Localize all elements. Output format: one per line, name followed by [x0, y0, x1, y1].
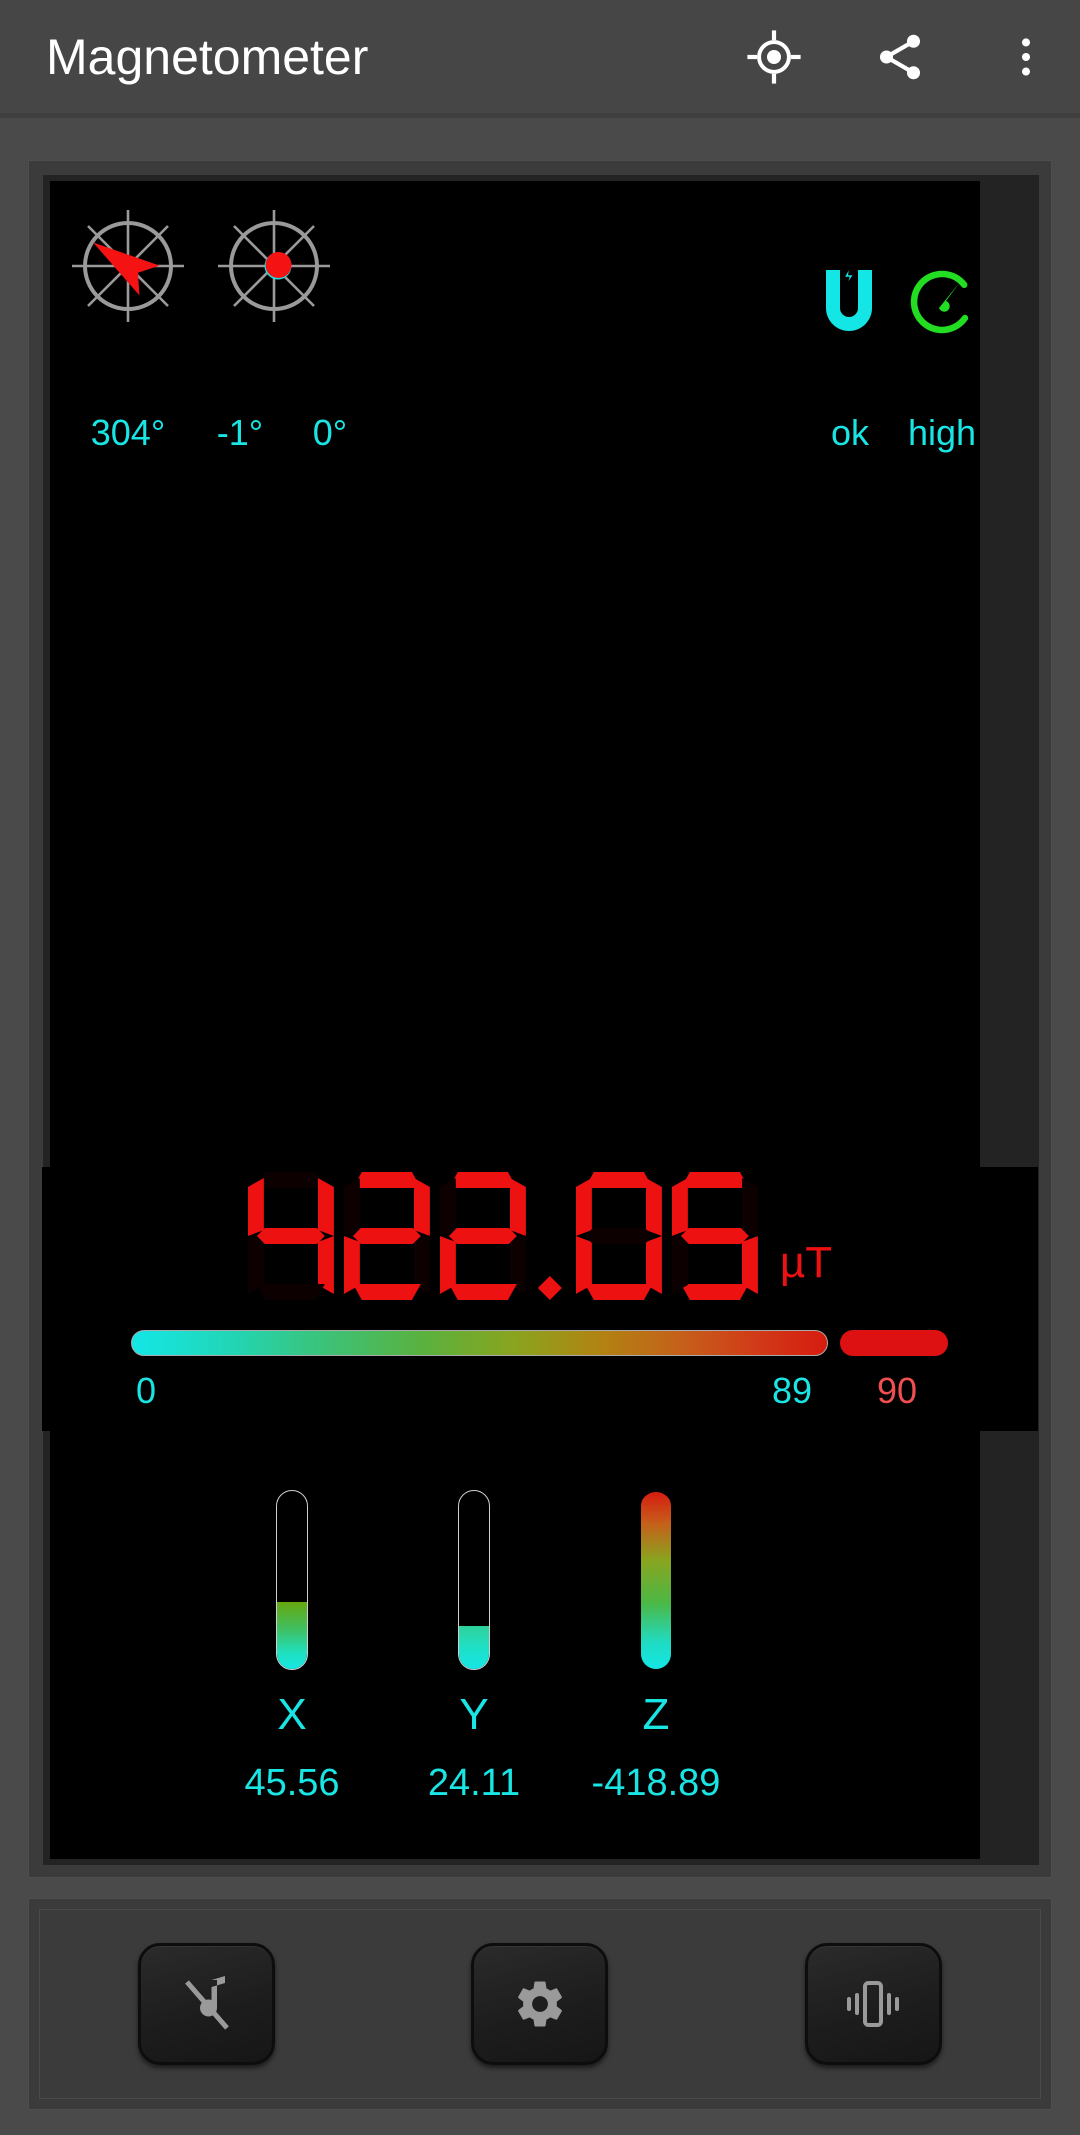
- axis-readouts: X 45.56 Y 24.11 Z -418.89: [0, 1490, 1080, 1860]
- axis-z-fill: [641, 1492, 671, 1669]
- sound-off-button[interactable]: [138, 1943, 276, 2065]
- app-bar: Magnetometer: [0, 0, 1080, 113]
- readout-digit: [576, 1172, 662, 1300]
- axis-y-fill: [459, 1625, 489, 1669]
- readout-digit: [344, 1172, 430, 1300]
- bottom-toolbar-inner: [39, 1909, 1041, 2099]
- calibrate-location-icon: [746, 29, 802, 85]
- share-button[interactable]: [846, 3, 954, 111]
- magnetic-field-readout: µT: [0, 1150, 1080, 1300]
- scale-bar-over-label: 90: [877, 1370, 918, 1411]
- axis-x-tube: [276, 1490, 308, 1670]
- overflow-menu-button[interactable]: [972, 3, 1080, 111]
- axis-x: X 45.56: [202, 1490, 382, 1805]
- axis-y-value: 24.11: [427, 1762, 521, 1804]
- overflow-menu-icon: [1003, 34, 1049, 80]
- readout-decimal-point: [536, 1172, 566, 1300]
- gear-icon: [513, 1977, 567, 2031]
- vibrate-icon: [842, 1978, 904, 2030]
- bottom-toolbar: [28, 1898, 1052, 2110]
- readout-digit: [672, 1172, 758, 1300]
- music-note-off-icon: [181, 1976, 233, 2032]
- axis-y-label: Y: [459, 1690, 489, 1739]
- vibrate-button[interactable]: [804, 1943, 942, 2065]
- scale-bar-overflow: [840, 1330, 948, 1356]
- axis-x-fill: [277, 1602, 307, 1669]
- axis-x-value: 45.56: [244, 1762, 340, 1804]
- app-bar-divider: [0, 113, 1080, 118]
- page-title: Magnetometer: [46, 28, 369, 85]
- scale-bar-min-label: 0: [136, 1370, 157, 1411]
- axis-z-tube: [640, 1490, 672, 1670]
- readout-digit: [248, 1172, 334, 1300]
- readout-unit: µT: [779, 1238, 833, 1287]
- readout-digit: [440, 1172, 526, 1300]
- axis-y: Y 24.11: [384, 1490, 564, 1805]
- axis-z-value: -418.89: [591, 1762, 721, 1804]
- display-screen-top: [50, 181, 980, 1169]
- settings-button[interactable]: [471, 1943, 609, 2065]
- axis-x-label: X: [277, 1690, 307, 1739]
- scale-bar-gradient: [131, 1330, 828, 1356]
- axis-y-tube: [458, 1490, 490, 1670]
- readout-digits: [248, 1172, 758, 1300]
- axis-z-label: Z: [642, 1690, 670, 1739]
- share-icon: [873, 30, 927, 84]
- calibrate-location-button[interactable]: [720, 3, 828, 111]
- axis-z: Z -418.89: [566, 1490, 746, 1805]
- app-bar-actions: [720, 3, 1080, 111]
- scale-bar-max-label: 89: [772, 1370, 813, 1411]
